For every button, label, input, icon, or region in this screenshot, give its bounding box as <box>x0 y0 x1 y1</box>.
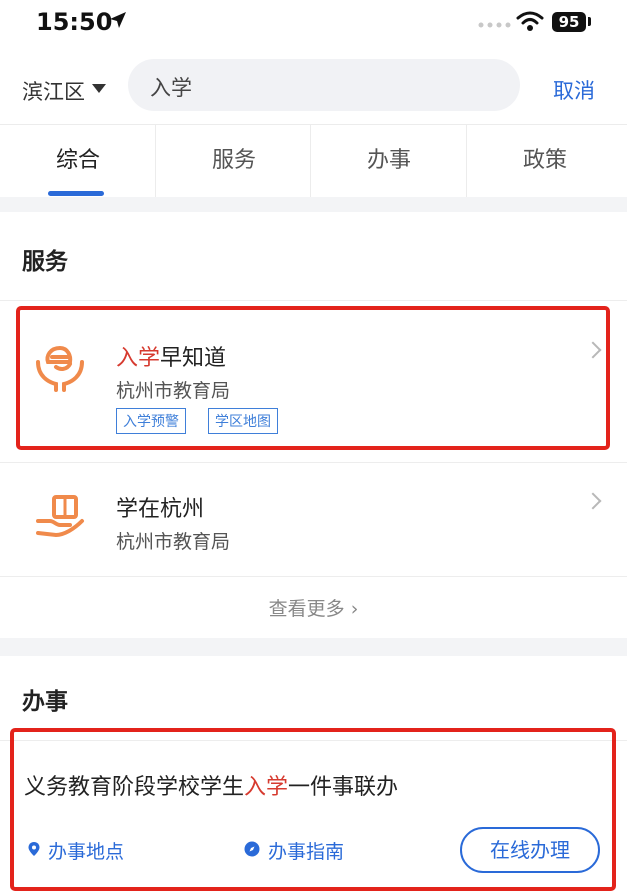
location-pin-icon <box>28 842 40 856</box>
hand-book-icon <box>36 495 84 538</box>
district-selector[interactable]: 滨江区 <box>22 76 85 106</box>
wifi-icon <box>516 11 544 31</box>
section-title-tasks: 办事 <box>22 689 68 715</box>
view-more-text: 查看更多 <box>268 598 345 620</box>
search-bar: 滨江区 入学 取消 <box>0 48 627 124</box>
tab-policy[interactable]: 政策 <box>467 125 623 197</box>
section-divider <box>0 300 627 301</box>
tasks-section: 办事 义务教育阶段学校学生入学一件事联办 办事地点 办事指南 在线办理 <box>0 656 627 891</box>
search-input[interactable]: 入学 <box>128 59 520 111</box>
task-title-before: 义务教育阶段学校学生 <box>24 775 245 800</box>
compass-icon <box>244 841 260 857</box>
tab-comprehensive[interactable]: 综合 <box>0 125 156 197</box>
service-provider: 杭州市教育局 <box>116 380 231 402</box>
location-arrow-icon <box>110 12 126 28</box>
service-item-enrollment[interactable]: 入学早知道 杭州市教育局 入学预警 学区地图 <box>0 304 627 454</box>
hands-e-icon <box>36 345 84 392</box>
tab-bar: 综合 服务 办事 政策 <box>0 124 627 197</box>
service-title-rest: 早知道 <box>160 346 227 371</box>
tab-services[interactable]: 服务 <box>156 125 312 197</box>
chevron-right-icon <box>584 492 602 510</box>
task-item-enrollment-combined[interactable]: 义务教育阶段学校学生入学一件事联办 办事地点 办事指南 在线办理 <box>0 741 627 891</box>
services-section: 服务 入学早知道 杭州市教育局 入学预警 学区地图 学在杭州 杭州市教育局 查看… <box>0 212 627 638</box>
battery-tip <box>588 17 591 26</box>
status-time: 15:50 <box>36 8 113 36</box>
task-guide-link[interactable]: 办事指南 <box>268 837 344 864</box>
service-item-study-hangzhou[interactable]: 学在杭州 杭州市教育局 <box>0 463 627 575</box>
service-title: 入学早知道 <box>116 340 226 372</box>
cancel-button[interactable]: 取消 <box>553 75 595 105</box>
search-query[interactable]: 入学 <box>150 72 192 102</box>
view-more-label: 查看更多 › <box>268 598 359 620</box>
tag-enrollment-warning[interactable]: 入学预警 <box>116 408 186 434</box>
caret-down-icon[interactable] <box>92 84 106 93</box>
tab-tasks[interactable]: 办事 <box>311 125 467 197</box>
chevron-right-icon <box>584 341 602 359</box>
section-title-services: 服务 <box>22 249 68 275</box>
view-more-button[interactable]: 查看更多 › <box>0 576 627 638</box>
online-apply-button[interactable]: 在线办理 <box>460 827 600 873</box>
task-location-link[interactable]: 办事地点 <box>48 837 124 864</box>
service-title: 学在杭州 <box>116 497 205 522</box>
battery-indicator: 95 <box>552 12 586 32</box>
active-tab-indicator <box>48 191 104 196</box>
task-title: 义务教育阶段学校学生入学一件事联办 <box>24 769 398 801</box>
signal-dots-icon <box>478 22 511 28</box>
service-provider: 杭州市教育局 <box>116 531 231 553</box>
tag-school-district-map[interactable]: 学区地图 <box>208 408 278 434</box>
task-title-after: 一件事联办 <box>288 775 399 800</box>
query-highlight: 入学 <box>244 775 289 800</box>
query-highlight: 入学 <box>116 346 161 371</box>
status-bar: 15:50 95 <box>0 0 627 48</box>
